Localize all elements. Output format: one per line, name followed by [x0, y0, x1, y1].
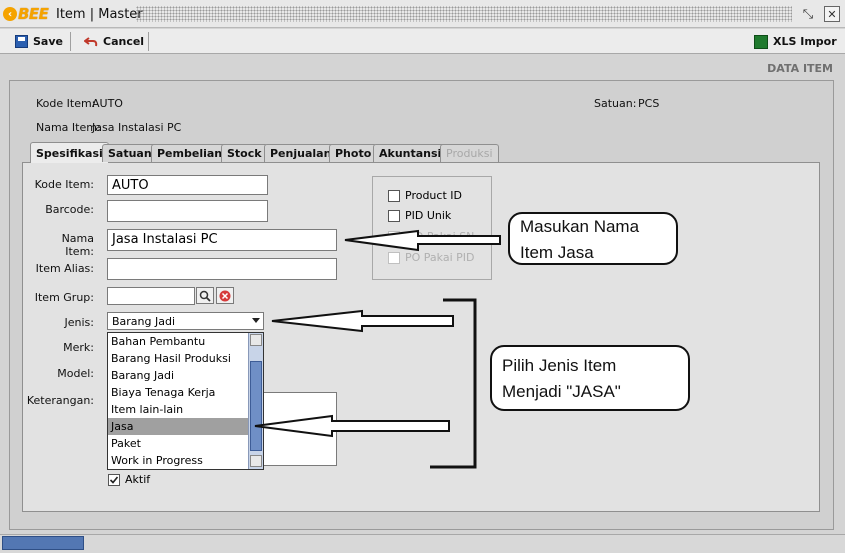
jenis-option[interactable]: Biaya Tenaga Kerja	[108, 384, 248, 401]
jenis-selected-value: Barang Jadi	[112, 315, 176, 328]
jenis-dropdown-list: Bahan Pembantu Barang Hasil Produksi Bar…	[107, 332, 264, 470]
barcode-label: Barcode:	[45, 203, 94, 216]
toolbar: Save Cancel XLS Impor	[0, 29, 845, 54]
keterangan-textarea[interactable]	[255, 392, 337, 466]
cancel-button[interactable]: Cancel	[84, 32, 144, 51]
section-title: DATA ITEM	[767, 62, 833, 75]
xls-import-button[interactable]: XLS Impor	[754, 32, 837, 51]
jenis-label: Jenis:	[64, 316, 94, 329]
xls-import-label: XLS Impor	[773, 35, 837, 48]
back-icon[interactable]: ‹	[3, 7, 17, 21]
jenis-option-selected[interactable]: Jasa	[108, 418, 248, 435]
header-nama-item-label: Nama Item:	[36, 121, 101, 134]
header-kode-item-label: Kode Item:	[36, 97, 96, 110]
nama-item-label: Nama Item:	[61, 232, 94, 258]
product-id-checkbox[interactable]: Product ID	[388, 189, 462, 202]
merk-label: Merk:	[63, 341, 94, 354]
item-grup-label: Item Grup:	[34, 291, 94, 304]
jenis-option[interactable]: Barang Hasil Produksi	[108, 350, 248, 367]
model-label: Model:	[57, 367, 94, 380]
check-icon	[108, 473, 120, 486]
jenis-option[interactable]: Work in Progress	[108, 452, 248, 469]
callout-nama-item: Masukan Nama Item Jasa	[508, 212, 678, 265]
toolbar-divider	[148, 32, 149, 51]
pid-unik-checkbox[interactable]: PID Unik	[388, 209, 451, 222]
logo-text: BEE	[18, 5, 49, 23]
header-satuan-value: PCS	[638, 97, 660, 110]
tab-produksi: Produksi	[440, 144, 499, 162]
close-icon[interactable]: ✕	[824, 6, 840, 22]
item-alias-input[interactable]	[107, 258, 337, 280]
tab-penjualan[interactable]: Penjualan	[264, 144, 338, 162]
tab-spesifikasi[interactable]: Spesifikasi	[30, 142, 109, 163]
header-kode-item-value: AUTO	[92, 97, 123, 110]
search-button[interactable]	[196, 287, 214, 304]
chevron-down-icon	[252, 318, 260, 323]
tab-satuan[interactable]: Satuan	[102, 144, 158, 162]
pid-pakai-sn-checkbox: PID Pakai SN	[388, 230, 474, 243]
po-pakai-pid-checkbox: PO Pakai PID	[388, 251, 475, 264]
progress-bar	[2, 536, 84, 550]
jenis-option[interactable]: Barang Jadi	[108, 367, 248, 384]
aktif-checkbox[interactable]: Aktif	[108, 473, 150, 486]
dropdown-scrollbar[interactable]	[248, 333, 263, 469]
status-bar	[0, 534, 845, 553]
keterangan-label: Keterangan:	[26, 394, 94, 407]
tab-pembelian[interactable]: Pembelian	[151, 144, 229, 162]
barcode-input[interactable]	[107, 200, 268, 222]
checkbox-box	[388, 251, 400, 264]
clear-icon	[219, 290, 231, 301]
header-satuan-label: Satuan:	[594, 97, 637, 110]
jenis-option[interactable]: Bahan Pembantu	[108, 333, 248, 350]
tab-akuntansi[interactable]: Akuntansi	[373, 144, 448, 162]
save-label: Save	[33, 35, 63, 48]
checkbox-box	[388, 189, 400, 202]
aktif-label: Aktif	[125, 473, 151, 486]
nama-item-input[interactable]: Jasa Instalasi PC	[107, 229, 337, 251]
restore-icon[interactable]: ⤡	[800, 6, 816, 22]
undo-icon	[84, 35, 98, 49]
jenis-select[interactable]: Barang Jadi	[107, 312, 264, 330]
title-bar: ‹ BEE Item | Master ⤡ ✕	[0, 0, 845, 28]
item-grup-input[interactable]	[107, 287, 195, 305]
tab-stock[interactable]: Stock	[221, 144, 268, 162]
item-alias-label: Item Alias:	[35, 262, 94, 275]
cancel-label: Cancel	[103, 35, 145, 48]
toolbar-divider	[70, 32, 71, 51]
save-button[interactable]: Save	[14, 32, 63, 51]
scroll-up-icon[interactable]	[250, 334, 262, 346]
callout-jenis-jasa: Pilih Jenis Item Menjadi "JASA"	[490, 345, 690, 411]
excel-icon	[754, 34, 768, 49]
checkbox-box	[388, 209, 400, 222]
checkbox-box	[388, 230, 400, 243]
window-title: Item | Master	[56, 7, 143, 22]
title-bar-grip	[136, 6, 792, 22]
kode-item-label: Kode Item:	[34, 178, 94, 191]
scroll-thumb[interactable]	[250, 361, 262, 451]
jenis-option[interactable]: Item lain-lain	[108, 401, 248, 418]
save-icon	[14, 35, 28, 49]
jenis-option[interactable]: Paket	[108, 435, 248, 452]
app-logo: ‹ BEE	[3, 5, 49, 23]
tab-photo[interactable]: Photo	[329, 144, 378, 162]
scroll-down-icon[interactable]	[250, 455, 262, 467]
header-nama-item-value: Jasa Instalasi PC	[92, 121, 182, 134]
item-master-window: ‹ BEE Item | Master ⤡ ✕ Save Cancel XLS …	[0, 0, 845, 553]
search-icon	[199, 290, 211, 302]
kode-item-input[interactable]: AUTO	[107, 175, 268, 195]
clear-button[interactable]	[216, 287, 234, 304]
